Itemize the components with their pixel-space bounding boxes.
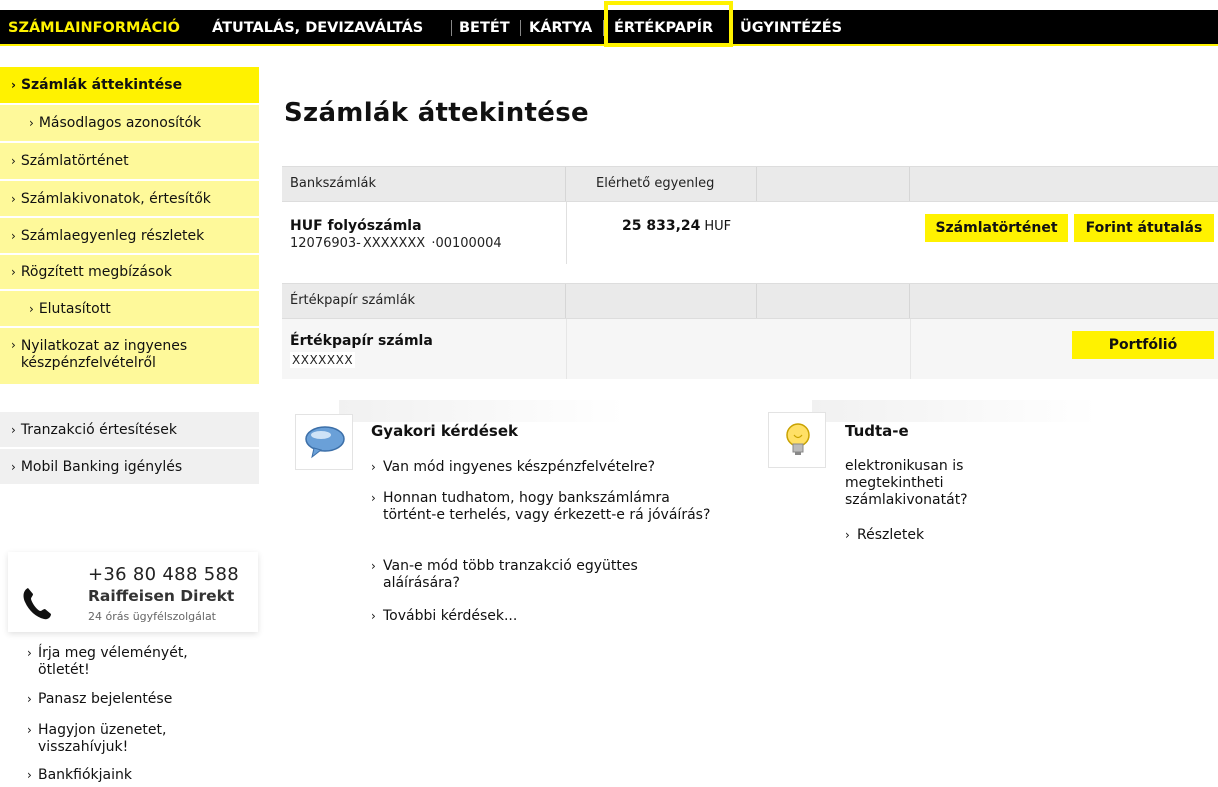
- chevron-right-icon: ›: [371, 609, 376, 623]
- sidebar-item-szamlatortenet[interactable]: › Számlatörténet: [0, 143, 259, 181]
- sidebar-item-nyilatkozat[interactable]: › Nyilatkozat az ingyenes készpénzfelvéte…: [0, 328, 259, 386]
- chevron-right-icon: ›: [371, 559, 376, 573]
- phone-icon: [23, 588, 51, 620]
- page-title: Számlák áttekintése: [284, 98, 589, 128]
- top-navigation: SZÁMLAINFORMÁCIÓ ÁTUTALÁS, DEVIZAVÁLTÁS …: [0, 1, 1218, 47]
- sidebar-item-szamlaegyenleg[interactable]: › Számlaegyenleg részletek: [0, 218, 259, 255]
- forint-atutalas-button[interactable]: Forint átutalás: [1074, 214, 1214, 242]
- nav-separator: [451, 20, 452, 36]
- chevron-right-icon: ›: [11, 228, 16, 243]
- faq-card: Gyakori kérdések › Van mód ingyenes készp…: [295, 400, 710, 630]
- raiffeisen-direkt-box: +36 80 488 588 Raiffeisen Direkt 24 órás…: [8, 552, 258, 632]
- chevron-right-icon: ›: [11, 265, 16, 279]
- header-bankszamlak: Bankszámlák: [282, 167, 566, 201]
- bank-accounts-header: Bankszámlák Elérhető egyenleg: [282, 166, 1218, 202]
- chevron-right-icon: ›: [845, 528, 850, 542]
- contact-link-visszahivas[interactable]: › Hagyjon üzenetet, visszahívjuk!: [27, 722, 207, 756]
- header-elerheto-egyenleg: Elérhető egyenleg: [566, 167, 757, 201]
- nav-szamlainformacio[interactable]: SZÁMLAINFORMÁCIÓ: [8, 10, 180, 46]
- lightbulb-icon: [768, 412, 826, 468]
- chevron-right-icon: ›: [27, 646, 32, 660]
- nav-separator: [520, 20, 521, 36]
- sidebar-item-elutasitott[interactable]: › Elutasított: [0, 291, 259, 328]
- header-ertekpapir-szamlak: Értékpapír számlák: [282, 284, 566, 318]
- tip-card: Tudta-e elektronikusan is megtekintheti …: [768, 400, 1098, 560]
- chevron-right-icon: ›: [11, 338, 16, 352]
- nav-ugyintezes[interactable]: ÜGYINTÉZÉS: [740, 10, 842, 46]
- tip-link-reszletek[interactable]: › Részletek: [845, 527, 995, 544]
- chevron-right-icon: ›: [11, 422, 16, 437]
- faq-title: Gyakori kérdések: [371, 422, 518, 440]
- sidebar-item-mobil-banking[interactable]: › Mobil Banking igénylés: [0, 449, 259, 486]
- nav-atutalas-devizavaltas[interactable]: ÁTUTALÁS, DEVIZAVÁLTÁS: [212, 10, 423, 46]
- nav-betet[interactable]: BETÉT: [459, 10, 510, 46]
- direkt-phone-number[interactable]: +36 80 488 588: [88, 564, 239, 585]
- direkt-name: Raiffeisen Direkt: [88, 587, 235, 605]
- chevron-right-icon: ›: [11, 459, 16, 474]
- chevron-right-icon: ›: [27, 768, 32, 782]
- table-row: Értékpapír számla XXXXXXX Portfólió: [282, 319, 1218, 379]
- sidebar-item-tranzakcio-ertesitesek[interactable]: › Tranzakció értesítések: [0, 412, 259, 449]
- sidebar-item-szamlak-attekintese[interactable]: › Számlák áttekintése: [0, 67, 259, 105]
- sidebar-item-szamlakivonatok[interactable]: › Számlakivonatok, értesítők: [0, 181, 259, 218]
- faq-link-more[interactable]: › További kérdések...: [371, 608, 621, 625]
- faq-link-1[interactable]: › Van mód ingyenes készpénzfelvételre?: [371, 459, 701, 476]
- account-name: HUF folyószámla: [290, 218, 422, 234]
- faq-link-2[interactable]: › Honnan tudhatom, hogy bankszámlámra tör…: [371, 490, 716, 524]
- account-number: 12076903- XXXXXXX ·00100004: [290, 235, 502, 252]
- securities-account-name: Értékpapír számla: [290, 333, 433, 349]
- header-empty: [757, 167, 910, 201]
- nav-highlight-box: [604, 1, 733, 47]
- chevron-right-icon: ›: [29, 301, 34, 316]
- tip-title: Tudta-e: [845, 422, 909, 440]
- chevron-right-icon: ›: [11, 78, 16, 92]
- speech-bubble-icon: [295, 414, 353, 470]
- table-row: HUF folyószámla 12076903- XXXXXXX ·001000…: [282, 202, 1218, 264]
- account-balance: 25 833,24 HUF: [622, 218, 732, 234]
- chevron-right-icon: ›: [371, 460, 376, 474]
- chevron-right-icon: ›: [27, 723, 32, 737]
- nav-kartya[interactable]: KÁRTYA: [529, 10, 592, 46]
- direkt-hours: 24 órás ügyfélszolgálat: [88, 610, 216, 623]
- securities-account-number: XXXXXXX: [290, 352, 356, 368]
- chevron-right-icon: ›: [11, 154, 16, 168]
- chevron-right-icon: ›: [27, 692, 32, 706]
- portfolio-button[interactable]: Portfólió: [1072, 331, 1214, 359]
- sidebar-item-masodlagos-azonositok[interactable]: › Másodlagos azonosítók: [0, 105, 259, 143]
- contact-link-bankfiokok[interactable]: › Bankfiókjaink: [27, 767, 227, 784]
- chevron-right-icon: ›: [371, 491, 376, 505]
- sidebar-item-rogzitett-megbizasok[interactable]: › Rögzített megbízások: [0, 255, 259, 291]
- tip-text: elektronikusan is megtekintheti számlaki…: [845, 458, 968, 508]
- chevron-right-icon: ›: [29, 116, 34, 130]
- contact-link-panasz[interactable]: › Panasz bejelentése: [27, 691, 227, 708]
- faq-link-3[interactable]: › Van-e mód több tranzakció együttes aláí…: [371, 558, 681, 592]
- chevron-right-icon: ›: [11, 191, 16, 206]
- szamlatortenet-button[interactable]: Számlatörténet: [925, 214, 1068, 242]
- securities-header: Értékpapír számlák: [282, 283, 1218, 319]
- contact-link-velemeny[interactable]: › Írja meg véleményét, ötletét!: [27, 645, 227, 679]
